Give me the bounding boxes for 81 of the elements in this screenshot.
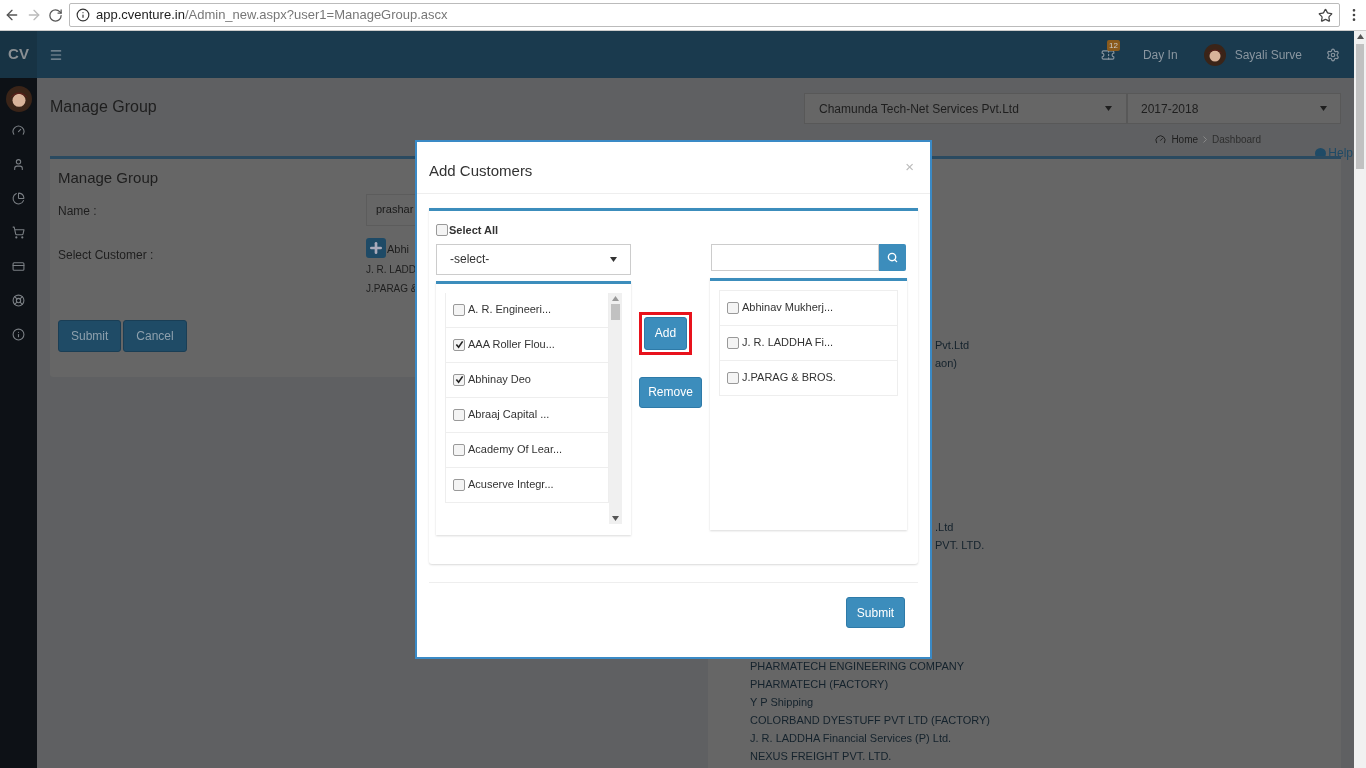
breadcrumb-link[interactable]: Home	[1171, 132, 1199, 147]
checkbox[interactable]	[453, 338, 465, 351]
user-name[interactable]: Sayali Surve	[1234, 45, 1302, 64]
checkbox[interactable]	[453, 443, 465, 456]
cart-icon[interactable]	[12, 226, 25, 239]
ticket-icon[interactable]	[1100, 47, 1115, 62]
dashboard-icon[interactable]	[12, 124, 25, 137]
customer-name: Pvt.Ltd	[935, 338, 971, 353]
info-icon[interactable]	[12, 328, 25, 341]
customer-name: PHARMATECH (FACTORY)	[750, 677, 890, 692]
customer-name: Y P Shipping	[750, 695, 815, 710]
customer-option: Abhinay Deo	[468, 371, 531, 388]
checkbox[interactable]	[727, 371, 739, 384]
card-title: Manage Group	[58, 168, 159, 188]
day-in-link[interactable]: Day In	[1142, 45, 1178, 64]
submit-button[interactable]: Submit	[846, 597, 905, 628]
customer-option: Academy Of Lear...	[468, 441, 563, 458]
checkbox[interactable]	[453, 408, 465, 421]
address-bar[interactable]: app.cventure.in/Admin_new.aspx?user1=ManageGroup.ascx	[69, 3, 1340, 27]
selected-customer: Abhi	[387, 242, 410, 257]
customer-option: J.PARAG & BROS.	[742, 369, 836, 386]
customer-name: COLORBAND DYESTUFF PVT LTD (FACTORY)	[750, 713, 991, 728]
user-icon[interactable]	[12, 158, 25, 171]
customer-name: .Ltd	[935, 520, 955, 535]
customer-name: aon)	[935, 356, 959, 371]
search-button[interactable]	[879, 243, 906, 271]
remove-button[interactable]: Remove	[639, 376, 702, 408]
pie-chart-icon[interactable]	[12, 192, 25, 205]
dashboard-icon	[1155, 134, 1167, 145]
field-label: Select Customer :	[58, 246, 155, 264]
settings-icon[interactable]	[1326, 47, 1340, 62]
year-select[interactable]: 2017-2018	[1127, 93, 1341, 124]
sidebar-avatar	[5, 86, 32, 112]
scrollbar-thumb[interactable]	[611, 303, 620, 320]
customer-option: A. R. Engineeri...	[468, 301, 552, 318]
selected-customer: J. R. LADD	[366, 262, 417, 277]
company-select[interactable]: Chamunda Tech-Net Services Pvt.Ltd	[804, 93, 1127, 124]
select-all-label: Select All	[449, 223, 499, 238]
user-avatar	[1203, 43, 1226, 66]
checkbox[interactable]	[436, 224, 448, 237]
cancel-button[interactable]: Cancel	[123, 319, 187, 352]
filter-select[interactable]: -select-	[436, 243, 631, 275]
add-customer-button[interactable]	[366, 237, 386, 258]
customer-name: PVT. LTD.	[935, 538, 986, 553]
close-button[interactable]: ×	[905, 156, 914, 179]
lifebuoy-icon[interactable]	[12, 294, 25, 307]
customer-option: Abraaj Capital ...	[468, 406, 550, 423]
notification-badge: 12	[1106, 39, 1120, 51]
search-icon	[887, 251, 898, 263]
customer-name: PHARMATECH ENGINEERING COMPANY	[750, 659, 966, 674]
url-text: app.cventure.in/Admin_new.aspx?user1=ManageGroup.ascx	[96, 6, 448, 25]
caret-icon	[1105, 106, 1112, 111]
checkbox[interactable]	[727, 336, 739, 349]
caret-icon	[1320, 106, 1327, 111]
page-title: Manage Group	[50, 97, 157, 117]
credit-card-icon[interactable]	[12, 260, 25, 273]
scroll-down-icon	[612, 515, 619, 521]
checkbox[interactable]	[453, 478, 465, 491]
reload-icon[interactable]	[48, 7, 63, 23]
search-field[interactable]	[711, 243, 879, 271]
back-icon[interactable]	[4, 7, 20, 23]
add-button[interactable]: Add	[644, 316, 687, 350]
scrollbar-thumb[interactable]	[1356, 44, 1364, 169]
checkbox[interactable]	[453, 373, 465, 386]
customer-option: Acuserve Integr...	[468, 476, 554, 493]
customer-option: AAA Roller Flou...	[468, 336, 555, 353]
submit-button[interactable]: Submit	[58, 319, 122, 352]
field-label: Name :	[58, 202, 98, 220]
customer-option: Abhinav Mukherj...	[742, 299, 834, 316]
checkbox[interactable]	[727, 301, 739, 314]
scroll-up-icon[interactable]	[1356, 34, 1364, 39]
chevron-icon	[1203, 136, 1208, 143]
checkbox[interactable]	[453, 303, 465, 316]
customer-name: NEXUS FREIGHT PVT. LTD.	[750, 749, 893, 764]
info-icon	[76, 8, 90, 22]
customer-option: J. R. LADDHA Fi...	[742, 334, 834, 351]
caret-icon	[610, 256, 617, 262]
customer-name: J. R. LADDHA Financial Services (P) Ltd.	[750, 731, 953, 746]
dialog-title: Add Customers	[429, 161, 533, 181]
bookmark-star-icon[interactable]	[1318, 7, 1333, 23]
logo[interactable]: CV	[0, 31, 37, 78]
